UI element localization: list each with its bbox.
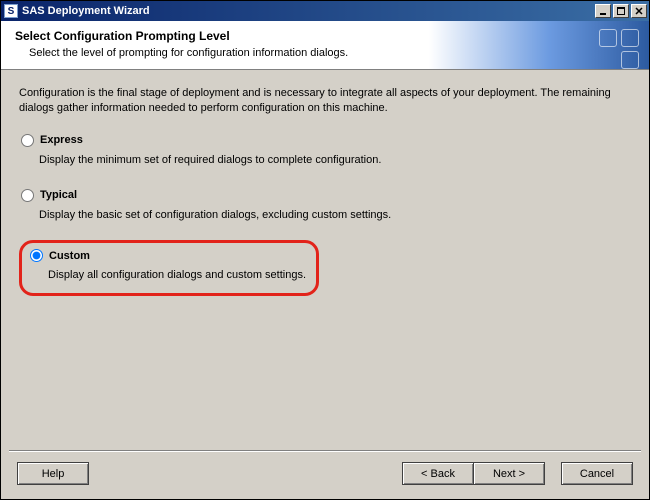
option-row-custom[interactable]: Custom [30, 249, 308, 262]
minimize-button[interactable] [595, 4, 611, 18]
window-controls [595, 4, 647, 18]
next-button[interactable]: Next > [473, 462, 545, 485]
option-desc-typical: Display the basic set of configuration d… [39, 208, 629, 222]
page-subtitle: Select the level of prompting for config… [29, 47, 635, 59]
maximize-button[interactable] [613, 4, 629, 18]
radio-custom[interactable] [30, 249, 43, 262]
radio-typical[interactable] [21, 189, 34, 202]
app-icon: S [4, 4, 18, 18]
back-button[interactable]: < Back [402, 462, 474, 485]
help-button[interactable]: Help [17, 462, 89, 485]
option-desc-custom: Display all configuration dialogs and cu… [48, 268, 308, 282]
option-custom: Custom Display all configuration dialogs … [19, 240, 319, 295]
option-label-typical: Typical [40, 189, 77, 201]
option-express: Express Display the minimum set of requir… [19, 130, 631, 175]
radio-express[interactable] [21, 134, 34, 147]
close-button[interactable] [631, 4, 647, 18]
options-group: Express Display the minimum set of requir… [19, 130, 631, 296]
footer: Help < Back Next > Cancel [1, 452, 649, 499]
cancel-button[interactable]: Cancel [561, 462, 633, 485]
wizard-window: S SAS Deployment Wizard Select Configura… [0, 0, 650, 500]
option-desc-express: Display the minimum set of required dial… [39, 153, 629, 167]
page-title: Select Configuration Prompting Level [15, 29, 635, 43]
option-label-express: Express [40, 134, 83, 146]
nav-button-pair: < Back Next > [402, 462, 545, 485]
option-row-typical[interactable]: Typical [21, 189, 629, 202]
header-panel: Select Configuration Prompting Level Sel… [1, 21, 649, 70]
intro-text: Configuration is the final stage of depl… [19, 86, 631, 116]
option-typical: Typical Display the basic set of configur… [19, 185, 631, 230]
window-title: SAS Deployment Wizard [22, 5, 595, 17]
content-area: Configuration is the final stage of depl… [1, 70, 649, 450]
option-label-custom: Custom [49, 250, 90, 262]
option-row-express[interactable]: Express [21, 134, 629, 147]
titlebar: S SAS Deployment Wizard [1, 1, 649, 21]
